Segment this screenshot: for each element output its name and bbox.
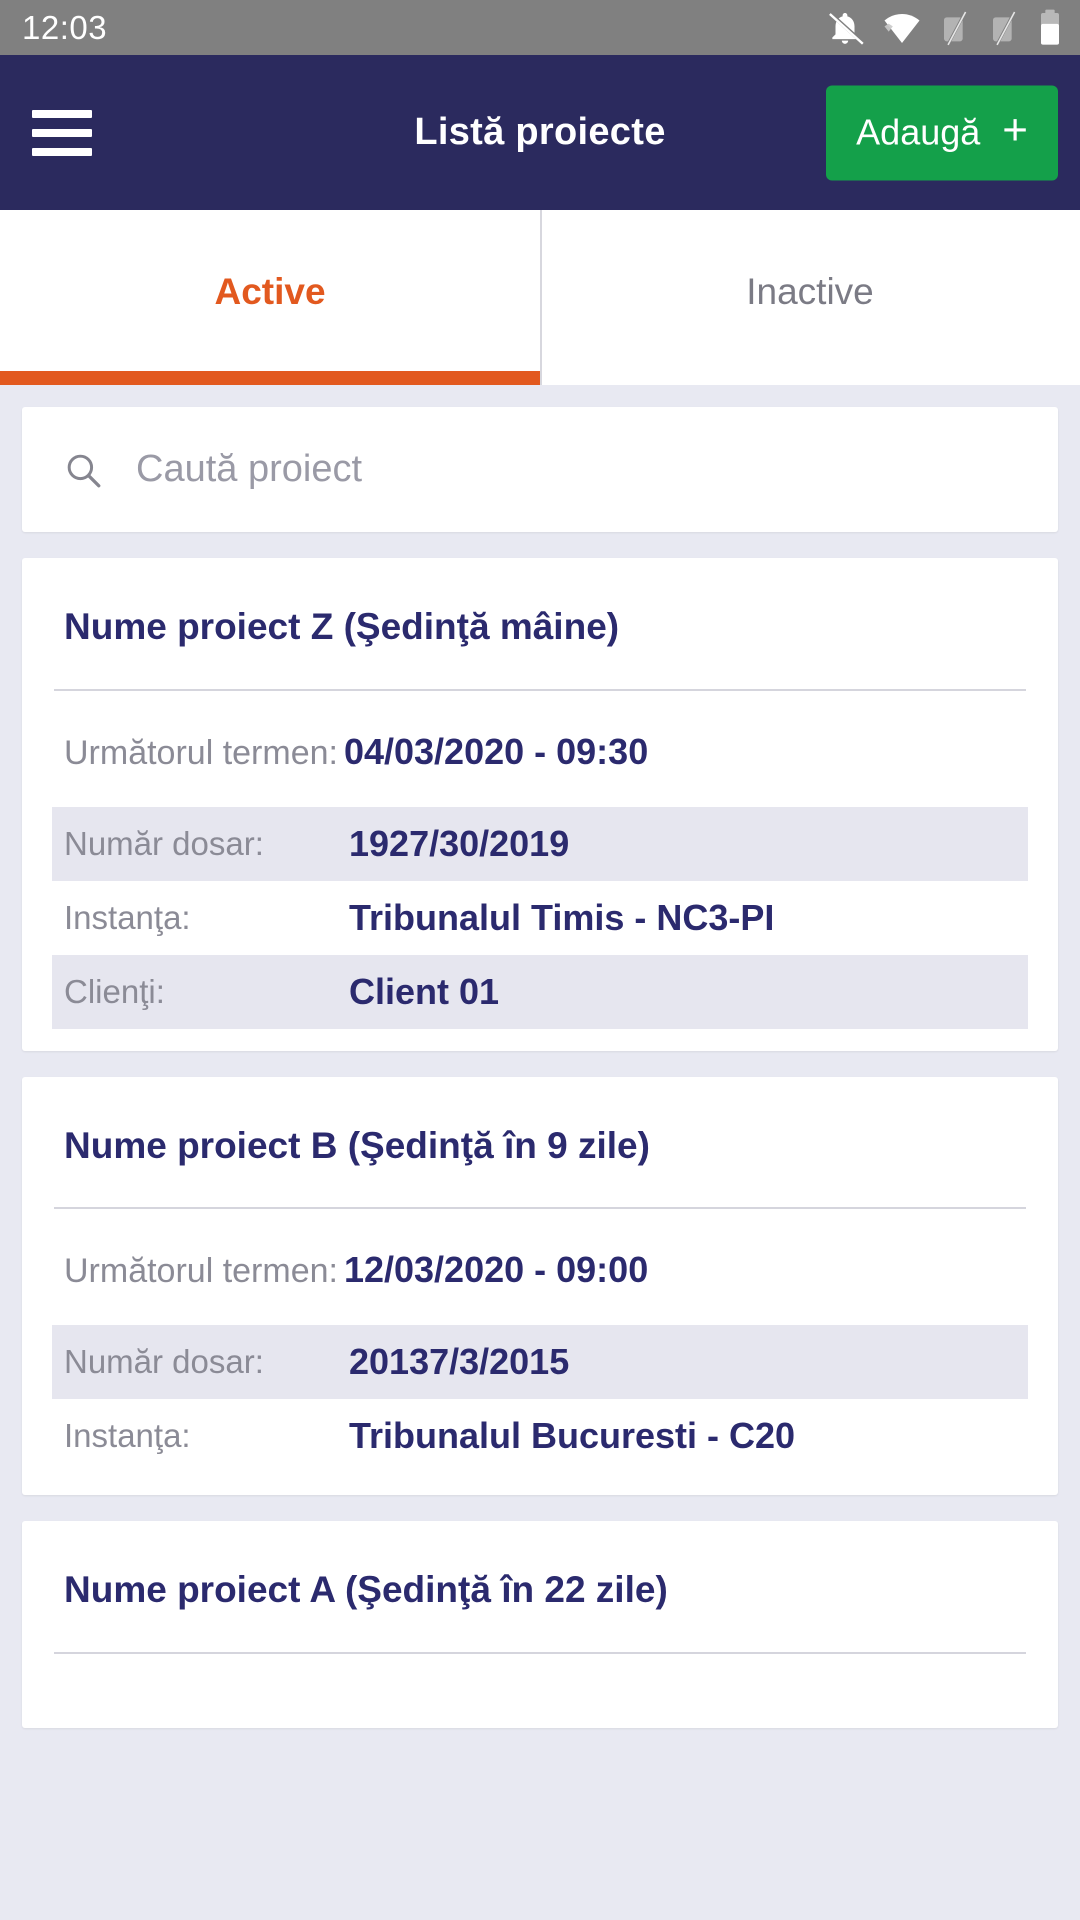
next-term-value: 12/03/2020 - 09:00: [343, 1249, 649, 1291]
row-label: Număr dosar:: [64, 1343, 264, 1381]
row-label: Instanţa:: [64, 898, 191, 936]
plus-icon: +: [1002, 105, 1028, 155]
project-title: Nume proiect A (Şedinţă în 22 zile): [64, 1569, 668, 1611]
row-value: Client 01: [349, 970, 500, 1012]
search-icon: [67, 454, 101, 487]
project-card[interactable]: Nume proiect B (Şedinţă în 9 zile) Următ…: [22, 1076, 1058, 1496]
tab-bar: Active Inactive: [0, 210, 1080, 385]
row-label: Instanţa:: [64, 1417, 191, 1455]
row-value: 1927/30/2019: [349, 822, 570, 864]
signal-off-icon-1: [944, 10, 967, 45]
signal-off-icon-2: [993, 10, 1016, 45]
project-detail-rows: Număr dosar: 20137/3/2015 Instanţa: Trib…: [22, 1325, 1058, 1495]
row-value: 20137/3/2015: [349, 1341, 570, 1383]
status-icons: [826, 8, 1062, 48]
add-project-button-label: Adaugă: [856, 111, 981, 153]
project-title: Nume proiect B (Şedinţă în 9 zile): [64, 1124, 650, 1166]
table-row: Număr dosar: 1927/30/2019: [52, 806, 1028, 881]
project-card[interactable]: Nume proiect Z (Şedinţă mâine) Următorul…: [22, 558, 1058, 1051]
tab-inactive[interactable]: Inactive: [540, 210, 1080, 385]
table-row: Clienţi: Client 01: [52, 954, 1028, 1029]
row-value: Tribunalul Bucuresti - C20: [349, 1415, 796, 1457]
next-term-row: Următorul termen: 04/03/2020 - 09:30: [22, 691, 1058, 807]
hamburger-bar-2: [32, 128, 92, 137]
add-project-button[interactable]: Adaugă +: [826, 85, 1058, 180]
tab-active[interactable]: Active: [0, 210, 540, 385]
next-term-row: Următorul termen: 12/03/2020 - 09:00: [22, 1209, 1058, 1325]
next-term-label: Următorul termen:: [64, 733, 338, 772]
project-list-content: Caută proiect Nume proiect Z (Şedinţă mâ…: [0, 385, 1080, 1920]
table-row: Număr dosar: 20137/3/2015: [52, 1325, 1028, 1400]
tab-active-label: Active: [214, 270, 326, 312]
tab-selected-indicator: [0, 371, 540, 385]
row-label: Număr dosar:: [64, 824, 264, 862]
row-label: Clienţi:: [64, 972, 165, 1010]
table-row: Instanţa: Tribunalul Bucuresti - C20: [52, 1399, 1028, 1473]
notifications-off-icon: [829, 11, 864, 45]
wifi-icon: [884, 13, 920, 43]
table-row: Instanţa: Tribunalul Timis - NC3-PI: [52, 881, 1028, 955]
app-bar: Listă proiecte Adaugă +: [0, 55, 1080, 210]
status-bar: 12:03: [0, 0, 1080, 55]
battery-icon: [1041, 9, 1059, 45]
hamburger-menu-icon[interactable]: [32, 109, 92, 156]
search-input[interactable]: Caută proiect: [136, 448, 362, 491]
next-term-value: 04/03/2020 - 09:30: [343, 730, 649, 772]
hamburger-bar-1: [32, 109, 92, 118]
next-term-label: Următorul termen:: [64, 1252, 338, 1291]
search-bar[interactable]: Caută proiect: [22, 407, 1058, 532]
project-title: Nume proiect Z (Şedinţă mâine): [64, 606, 620, 647]
status-time: 12:03: [22, 9, 108, 46]
project-card[interactable]: Nume proiect A (Şedinţă în 22 zile): [22, 1521, 1058, 1728]
project-detail-rows: Număr dosar: 1927/30/2019 Instanţa: Trib…: [22, 806, 1058, 1051]
hamburger-bar-3: [32, 147, 92, 156]
row-value: Tribunalul Timis - NC3-PI: [349, 896, 775, 938]
next-term-row: [22, 1654, 1058, 1728]
tab-inactive-label: Inactive: [746, 270, 874, 312]
